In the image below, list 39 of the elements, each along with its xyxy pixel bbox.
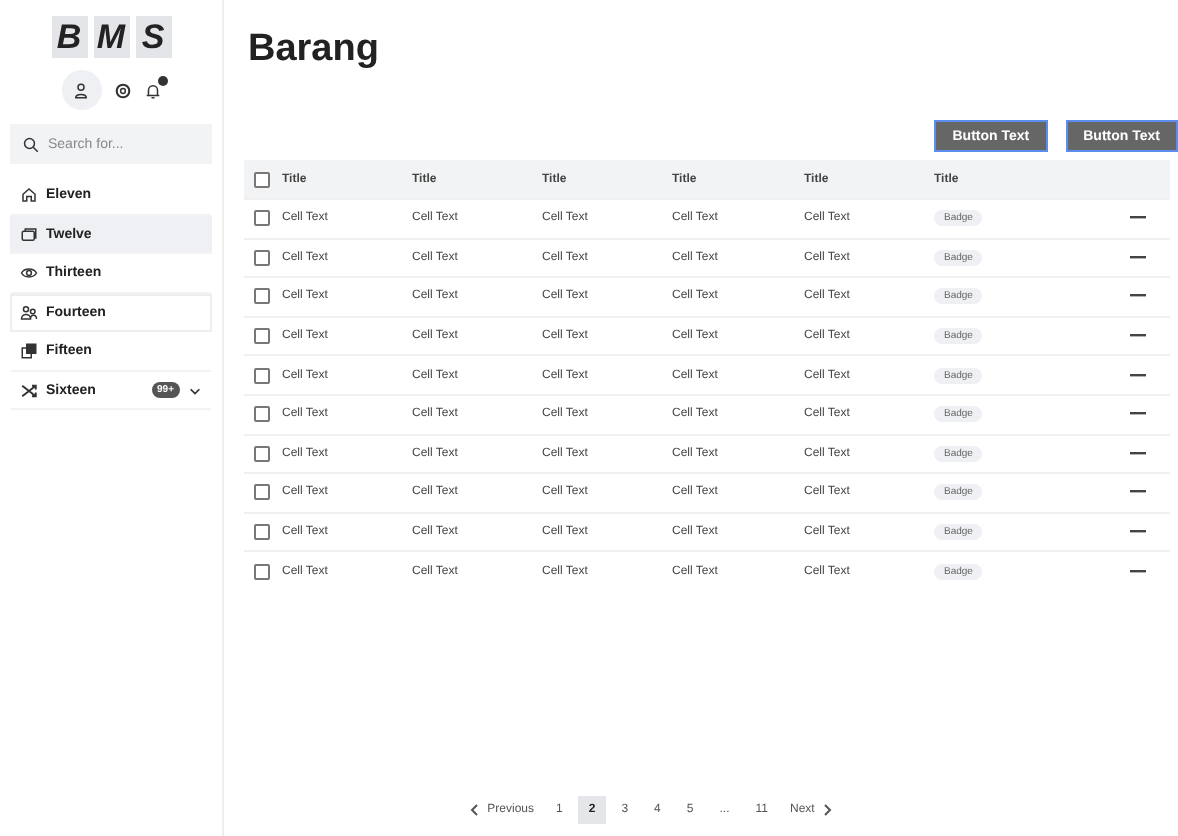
- checkbox[interactable]: [254, 288, 270, 305]
- checkbox[interactable]: [254, 328, 270, 345]
- bell-icon: [143, 81, 161, 99]
- checkbox[interactable]: [254, 249, 270, 266]
- chevron-left-icon: [469, 804, 480, 816]
- more-icon[interactable]: [1130, 412, 1146, 417]
- checkbox[interactable]: [254, 171, 270, 187]
- more-icon[interactable]: [1130, 530, 1146, 535]
- checkbox[interactable]: [254, 210, 270, 227]
- checkbox[interactable]: [254, 484, 270, 501]
- checkbox[interactable]: [254, 524, 270, 541]
- more-icon[interactable]: [1130, 373, 1146, 378]
- users-icon: [20, 303, 38, 322]
- logo-letter: M: [93, 16, 129, 58]
- more-icon[interactable]: [1130, 255, 1146, 260]
- page-title: Barang: [248, 28, 381, 72]
- checkbox[interactable]: [254, 445, 270, 462]
- checkbox[interactable]: [254, 406, 270, 423]
- logo-letter: S: [135, 16, 171, 58]
- more-icon[interactable]: [1130, 490, 1146, 495]
- more-icon[interactable]: [1130, 334, 1146, 339]
- eye-icon: [20, 264, 38, 283]
- settings-icon: [113, 81, 131, 99]
- layers-icon: [20, 342, 38, 361]
- chevron-icon[interactable]: [188, 383, 202, 398]
- more-icon[interactable]: [1130, 216, 1146, 221]
- home-icon: [20, 186, 38, 205]
- logo-letter: B: [51, 16, 87, 58]
- chevron-right-icon: [822, 804, 833, 816]
- more-icon[interactable]: [1130, 294, 1146, 299]
- shuffle-icon: [20, 381, 38, 400]
- more-icon[interactable]: [1130, 451, 1146, 456]
- checkbox[interactable]: [254, 367, 270, 384]
- more-icon[interactable]: [1130, 569, 1146, 574]
- checkbox[interactable]: [254, 563, 270, 580]
- search-icon: [22, 135, 40, 153]
- user-icon: [72, 81, 90, 99]
- notification-button[interactable]: [143, 81, 161, 99]
- user-button[interactable]: [61, 70, 101, 110]
